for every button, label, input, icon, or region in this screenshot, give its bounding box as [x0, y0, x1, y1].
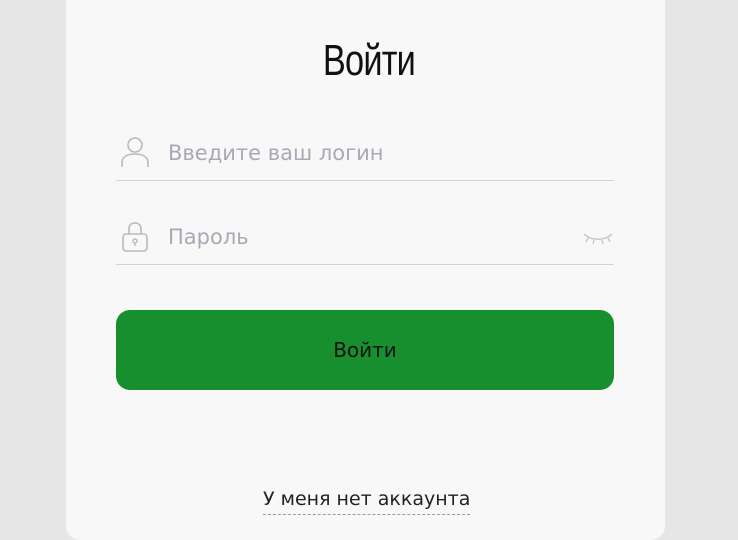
password-field: [116, 214, 614, 265]
lock-icon: [120, 220, 150, 252]
eye-closed-icon[interactable]: [582, 230, 614, 246]
password-input[interactable]: [168, 220, 568, 254]
login-button[interactable]: Войти: [116, 310, 614, 390]
login-input[interactable]: [168, 136, 568, 170]
no-account-link[interactable]: У меня нет аккаунта: [263, 488, 471, 515]
login-field: [116, 130, 614, 181]
page-title: Войти: [322, 36, 416, 85]
user-icon: [120, 136, 150, 168]
